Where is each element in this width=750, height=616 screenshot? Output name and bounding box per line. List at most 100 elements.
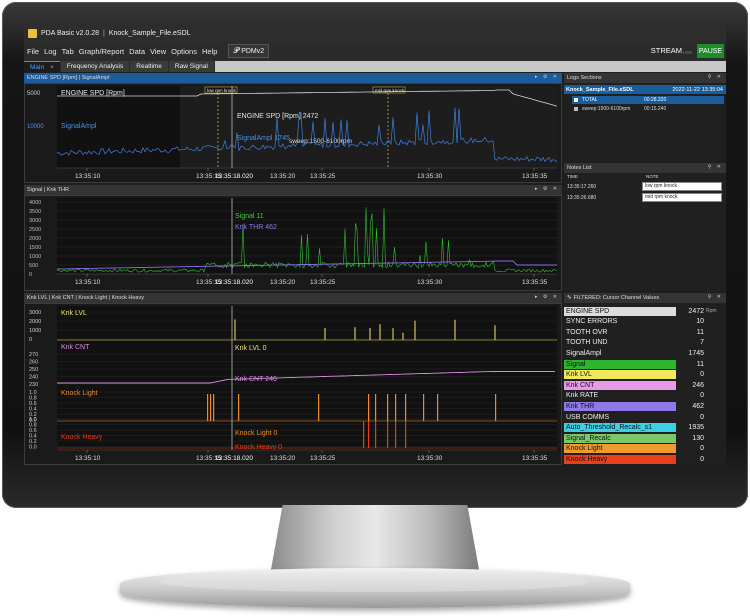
channels-title: FILTERED: Cursor Channel Values — [573, 295, 660, 301]
notes-time-0: 13:35:17.260 — [567, 184, 597, 190]
knock-light-pulse — [318, 394, 320, 421]
logs-window-buttons[interactable]: ⚲ ✕ — [708, 74, 723, 80]
panel2-window-buttons[interactable]: ▸ ⚙ ✕ — [535, 186, 559, 192]
panel2-plot[interactable]: 4000 3500 3000 2500 2000 1500 1000 500 0 Signal … — [25, 196, 561, 290]
panel3-plot[interactable]: 30002000100002702602502402301.00.80.60.4… — [25, 304, 561, 464]
logs-header: Logs Sections ⚲ ✕ — [564, 73, 726, 83]
menu-view[interactable]: View — [150, 47, 166, 56]
channel-unit: Rpm — [706, 308, 717, 314]
logs-row-sweep[interactable]: sweep:1500-6100rpm 00:15.240 — [572, 105, 724, 113]
panel3-window-buttons[interactable]: ▸ ⚙ ✕ — [535, 294, 559, 300]
channel-name: Signal — [564, 359, 676, 369]
notes-time-1: 13:35:26.680 — [567, 195, 597, 201]
panel1-label-sig: SignalAmpl — [61, 123, 97, 130]
x-tick-label: 13:35:30 — [417, 173, 443, 180]
knock-light-pulse — [495, 394, 497, 421]
channel-name: Knk THR — [564, 401, 676, 411]
panel2-cursor-thr: Knk THR 462 — [235, 224, 277, 231]
channel-row[interactable]: Knk LVL 0 — [564, 370, 722, 380]
channel-row[interactable]: Knk THR 462 — [564, 401, 722, 411]
x-tick-label: 13:35:10 — [75, 173, 101, 180]
stream-button[interactable]: STREAM — [651, 46, 682, 55]
notes-window-buttons[interactable]: ⚲ ✕ — [708, 164, 723, 170]
x-tick-label: 13:35:35 — [522, 173, 548, 180]
notes-col-note: NOTE — [646, 174, 659, 179]
channel-row[interactable]: Auto_Threshold_Recalc_s1 1935 — [564, 423, 722, 433]
pdm-button[interactable]: 𝓟 PDMv2 — [228, 44, 270, 58]
menu-tab[interactable]: Tab — [62, 47, 74, 56]
knock-light-pulse — [395, 394, 397, 421]
logs-file-name: Knock_Sample_File.eSDL — [566, 86, 634, 93]
notes-note-0-text: low rpm knock — [645, 183, 677, 189]
channel-row[interactable]: TOOTH OVR 11 — [564, 327, 722, 337]
y-tick-label: 1000 — [29, 254, 41, 260]
menu-graph-report[interactable]: Graph/Report — [79, 47, 124, 56]
notes-col-time: TIME — [567, 174, 578, 179]
tab-main[interactable]: Main × — [24, 61, 60, 72]
knock-light-pulse — [213, 394, 215, 421]
notes-note-0[interactable]: low rpm knock — [642, 182, 722, 191]
lvl-ytick: 0 — [29, 337, 32, 343]
tab-realtime[interactable]: Realtime — [130, 61, 168, 72]
tab-close-icon[interactable]: × — [50, 64, 54, 71]
channel-value: 11 — [696, 328, 704, 336]
x-tick-label: 13:35:35 — [522, 279, 548, 286]
knock-heavy-pulse — [395, 421, 397, 448]
channel-row[interactable]: Knk RATE 0 — [564, 391, 722, 401]
channel-row[interactable]: Signal_Recalc 130 — [564, 433, 722, 443]
tab-raw-signal[interactable]: Raw Signal — [168, 61, 214, 72]
logs-file-row[interactable]: Knock_Sample_File.eSDL 2022-11-22 13:35:… — [564, 85, 726, 94]
channel-row[interactable]: TOOTH UND 7 — [564, 338, 722, 348]
app-screen: PDA Basic v2.0.28 | Knock_Sample_File.eS… — [24, 24, 726, 465]
tab-bar: Main × Frequency Analysis Realtime Raw S… — [24, 60, 726, 72]
notes-note-1[interactable]: mid rpm knock — [642, 193, 722, 202]
panel3-cursor-light: Knock Light 0 — [235, 430, 278, 437]
logs-row-total[interactable]: TOTAL 00:28.320 — [572, 96, 724, 104]
cnt-ytick: 240 — [29, 375, 38, 381]
panel1-plot[interactable]: 5000 10000 ENGINE SPD [Rpm] SignalAmpl E… — [25, 84, 561, 182]
menu-options[interactable]: Options — [171, 47, 197, 56]
panel3-label-heavy: Knock Heavy — [61, 434, 103, 441]
channel-row[interactable]: ENGINE SPD 2472 Rpm — [564, 306, 722, 316]
cnt-ytick: 230 — [29, 382, 38, 388]
channel-value: 0 — [700, 445, 704, 453]
channels-window-buttons[interactable]: ⚲ ✕ — [708, 294, 723, 300]
menu-bar: File Log Tab Graph/Report Data View Opti… — [24, 42, 726, 60]
channel-value: 0 — [700, 392, 704, 400]
panel1-chart[interactable]: 5000 10000 ENGINE SPD [Rpm] SignalAmpl E… — [24, 83, 562, 183]
channel-row[interactable]: Knock Light 0 — [564, 444, 722, 454]
channel-row[interactable]: USB COMMS 0 — [564, 412, 722, 422]
channel-row[interactable]: Knock Heavy 0 — [564, 454, 722, 464]
menu-help[interactable]: Help — [202, 47, 217, 56]
menu-data[interactable]: Data — [129, 47, 145, 56]
logs-file-date: 2022-11-22 13:35:04 — [672, 86, 723, 93]
channel-row[interactable]: Signal 11 — [564, 359, 722, 369]
monitor-stand-neck — [270, 505, 480, 575]
panel2-chart[interactable]: 4000 3500 3000 2500 2000 1500 1000 500 0 Signal … — [24, 195, 562, 291]
channel-name: Knk LVL — [564, 370, 676, 380]
y-tick-label: 1500 — [29, 245, 41, 251]
channel-value: 246 — [692, 381, 704, 389]
panel3-cursor-lvl: Knk LVL 0 — [235, 345, 267, 352]
menu-log[interactable]: Log — [44, 47, 57, 56]
x-tick-label: 13:35:10 — [75, 279, 101, 286]
y-tick-label: 2000 — [29, 236, 41, 242]
panel2-title: Signal | Knk THR — [27, 187, 69, 193]
pdm-icon: 𝓟 — [233, 46, 240, 55]
pause-button[interactable]: PAUSE — [697, 44, 724, 58]
menu-file[interactable]: File — [27, 47, 39, 56]
heavy-ytick: 0.0 — [29, 445, 37, 451]
channel-name: Signal_Recalc — [564, 433, 676, 443]
tab-frequency-analysis[interactable]: Frequency Analysis — [60, 61, 130, 72]
channel-row[interactable]: SignalAmpl 1745 — [564, 348, 722, 358]
panel3-label-light: Knock Light — [61, 390, 98, 397]
channel-row[interactable]: Knk CNT 246 — [564, 380, 722, 390]
lvl-ytick: 2000 — [29, 319, 41, 325]
panel1-window-buttons[interactable]: ▸ ⚙ ✕ — [535, 74, 559, 80]
panel3-header: Knk LVL | Knk CNT | Knock Light | Knock … — [24, 293, 562, 303]
logs-title: Logs Sections — [567, 75, 602, 81]
lvl-ytick: 3000 — [29, 310, 41, 316]
channel-value: 2472 — [688, 307, 704, 315]
panel3-chart[interactable]: 3000 2000 1000 0 270 260 250 240 230 1.0 0.8 0.6 0.4… — [24, 303, 562, 465]
channel-row[interactable]: SYNC ERRORS 10 — [564, 317, 722, 327]
